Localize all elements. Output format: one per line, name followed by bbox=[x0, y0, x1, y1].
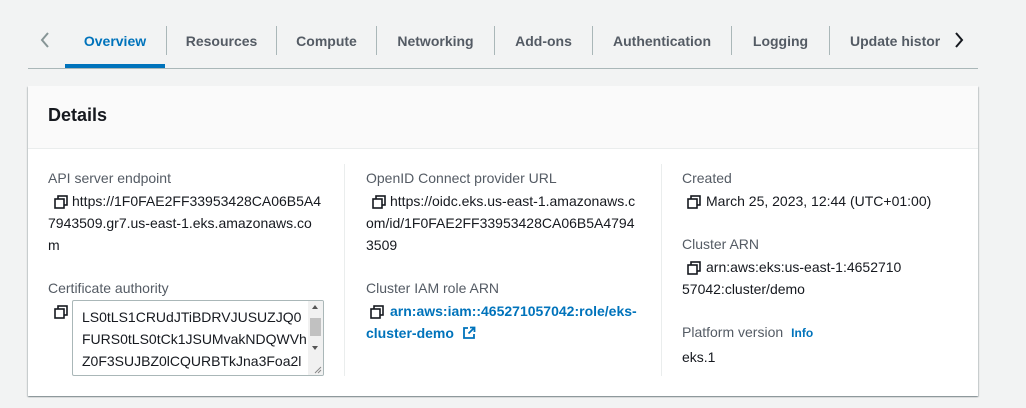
platform-version-info-link[interactable]: Info bbox=[791, 326, 813, 340]
oidc-provider-url-value: https://oidc.eks.us-east-1.amazonaws.com… bbox=[366, 193, 636, 253]
cluster-arn-value: arn:aws:eks:us-east-1:465271057042:clust… bbox=[682, 259, 902, 297]
platform-version-value: eks.1 bbox=[682, 349, 716, 365]
tab-label: Update histor bbox=[850, 32, 941, 49]
tab-label: Networking bbox=[397, 32, 474, 49]
certificate-authority-textarea[interactable]: LS0tLS1CRUdJTiBDRVJUSUZJQ0FURS0tLS0tCk1J… bbox=[72, 300, 324, 376]
scroll-tabs-left-button[interactable] bbox=[34, 28, 56, 52]
tab-networking[interactable]: Networking bbox=[377, 26, 494, 55]
oidc-provider-url-label: OpenID Connect provider URL bbox=[366, 170, 557, 186]
tab-label: Overview bbox=[83, 32, 147, 49]
cluster-arn-label: Cluster ARN bbox=[682, 236, 760, 252]
chevron-left-icon bbox=[40, 32, 49, 48]
tab-update-history[interactable]: Update histor bbox=[830, 26, 943, 55]
column-divider bbox=[661, 164, 662, 376]
resize-handle-icon[interactable] bbox=[312, 364, 322, 374]
tab-resources[interactable]: Resources bbox=[167, 26, 276, 55]
api-server-endpoint-value: https://1F0FAE2FF33953428CA06B5A47943509… bbox=[48, 193, 322, 253]
copy-icon[interactable] bbox=[54, 305, 68, 319]
platform-version-label: Platform version bbox=[682, 324, 784, 340]
scroll-down-icon[interactable] bbox=[312, 346, 318, 350]
platform-version-label-row: Platform version Info bbox=[682, 324, 813, 340]
tab-label: Add-ons bbox=[515, 32, 572, 49]
chevron-right-icon bbox=[955, 32, 964, 48]
created-label: Created bbox=[682, 170, 732, 186]
scroll-thumb[interactable] bbox=[310, 318, 321, 336]
cluster-iam-role-arn-block: arn:aws:iam::465271057042:role/eks-clust… bbox=[366, 300, 644, 344]
tab-label: Compute bbox=[296, 32, 357, 49]
certificate-authority-value: LS0tLS1CRUdJTiBDRVJUSUZJQ0FURS0tLS0tCk1J… bbox=[82, 309, 307, 369]
details-panel: Details API server endpoint https://1F0F… bbox=[28, 86, 978, 396]
active-tab-indicator bbox=[65, 64, 165, 68]
tab-label: Authentication bbox=[613, 32, 711, 49]
copy-icon[interactable] bbox=[687, 195, 701, 209]
certificate-authority-label: Certificate authority bbox=[48, 280, 169, 296]
created-value: March 25, 2023, 12:44 (UTC+01:00) bbox=[706, 193, 932, 209]
column-divider bbox=[344, 164, 345, 376]
tab-authentication[interactable]: Authentication bbox=[593, 26, 731, 55]
scroll-up-icon[interactable] bbox=[312, 305, 318, 309]
details-title: Details bbox=[48, 105, 108, 125]
tab-logging[interactable]: Logging bbox=[732, 26, 829, 55]
api-server-endpoint-label: API server endpoint bbox=[48, 170, 171, 186]
external-link-icon[interactable] bbox=[462, 326, 476, 340]
tab-compute[interactable]: Compute bbox=[277, 26, 376, 55]
tab-bar: Overview Resources Compute Networking Ad… bbox=[28, 14, 978, 69]
scroll-tabs-right-button[interactable] bbox=[948, 28, 970, 52]
tab-label: Resources bbox=[185, 32, 258, 49]
cluster-iam-role-arn-label: Cluster IAM role ARN bbox=[366, 280, 500, 296]
tab-overview[interactable]: Overview bbox=[65, 26, 165, 55]
cluster-iam-role-arn-link[interactable]: arn:aws:iam::465271057042:role/eks-clust… bbox=[366, 303, 637, 341]
tab-add-ons[interactable]: Add-ons bbox=[495, 26, 592, 55]
tab-label: Logging bbox=[752, 32, 809, 49]
details-header: Details bbox=[28, 86, 978, 149]
